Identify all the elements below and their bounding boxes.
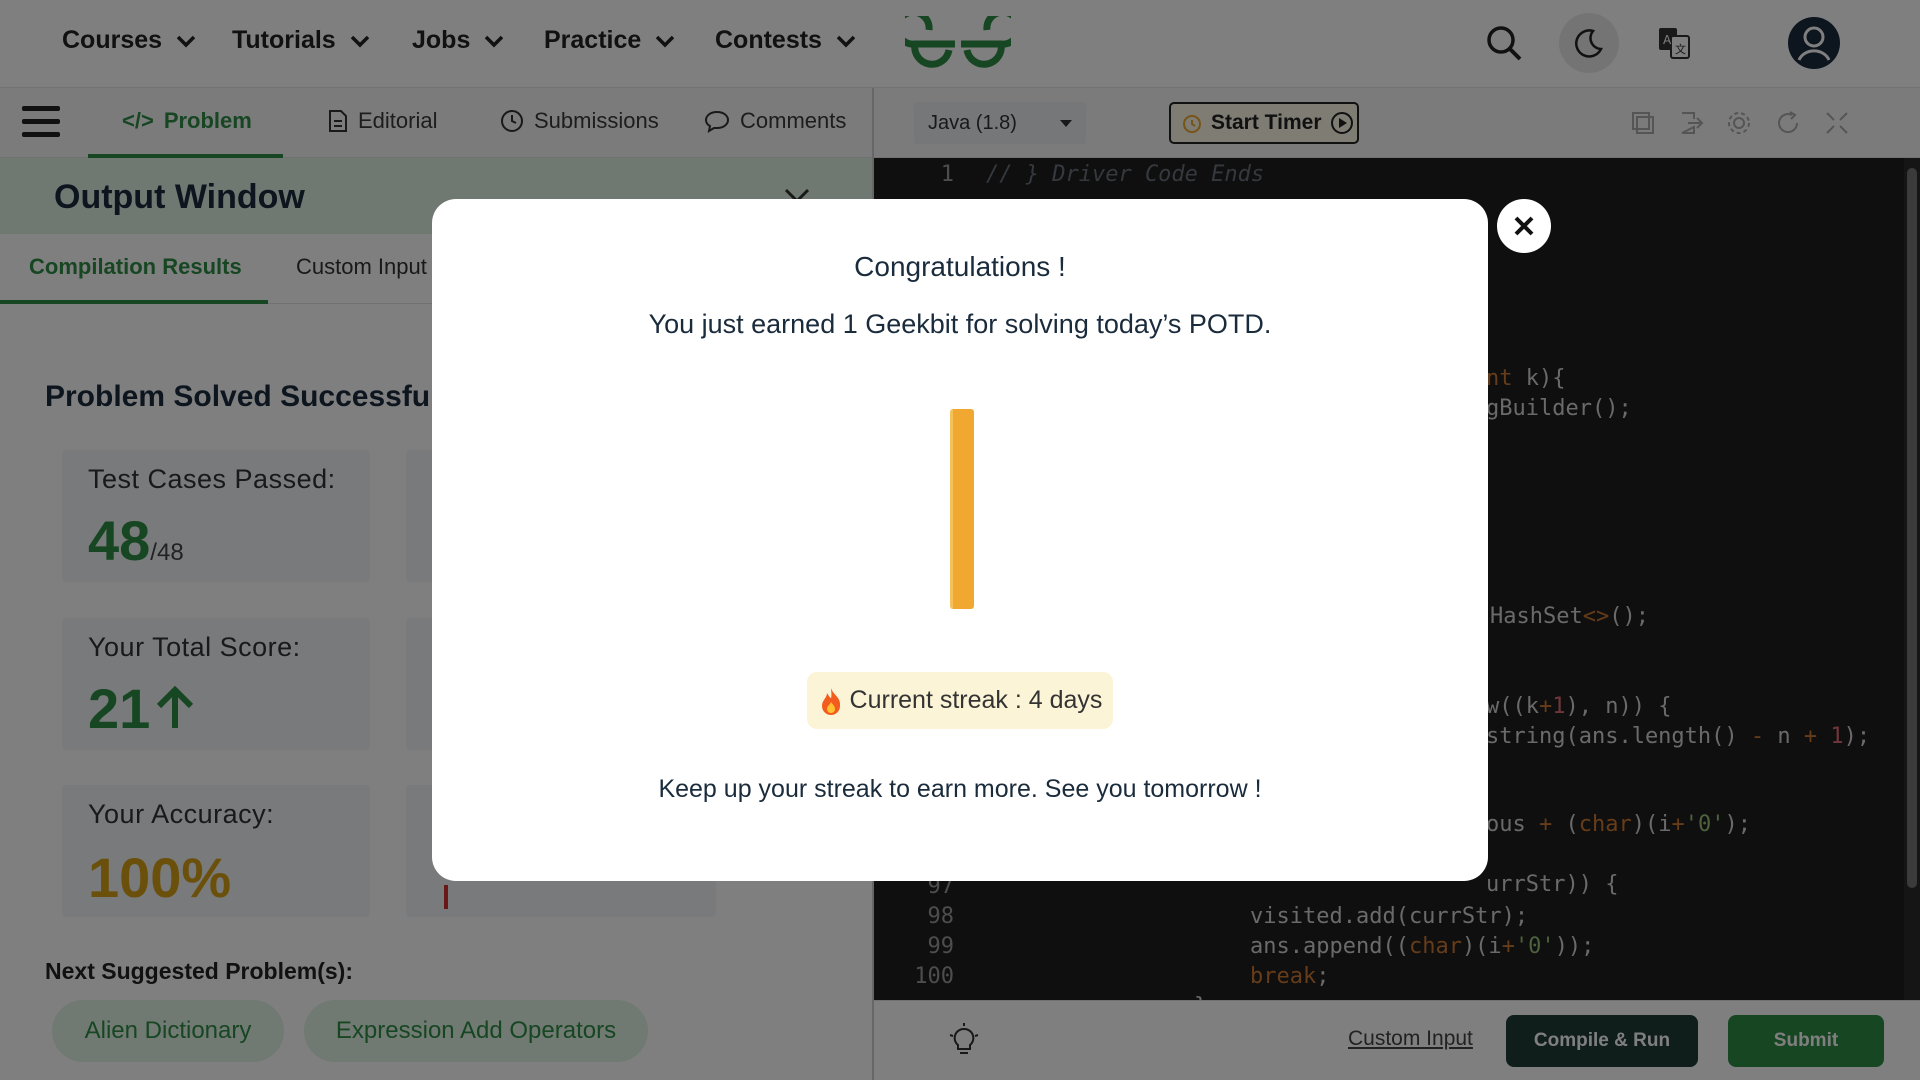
streak-badge: Current streak : 4 days xyxy=(807,672,1113,729)
modal-message: You just earned 1 Geekbit for solving to… xyxy=(648,309,1272,339)
geekbit-coin-icon xyxy=(950,409,974,609)
congrats-modal: Congratulations ! You just earned 1 Geek… xyxy=(432,199,1488,881)
close-icon xyxy=(1514,216,1534,236)
close-modal-button[interactable] xyxy=(1497,199,1551,253)
modal-title: Congratulations ! xyxy=(854,251,1066,282)
fire-icon xyxy=(821,687,840,715)
modal-footer-text: Keep up your streak to earn more. See yo… xyxy=(658,775,1262,803)
streak-label: Current streak : 4 days xyxy=(849,686,1103,714)
